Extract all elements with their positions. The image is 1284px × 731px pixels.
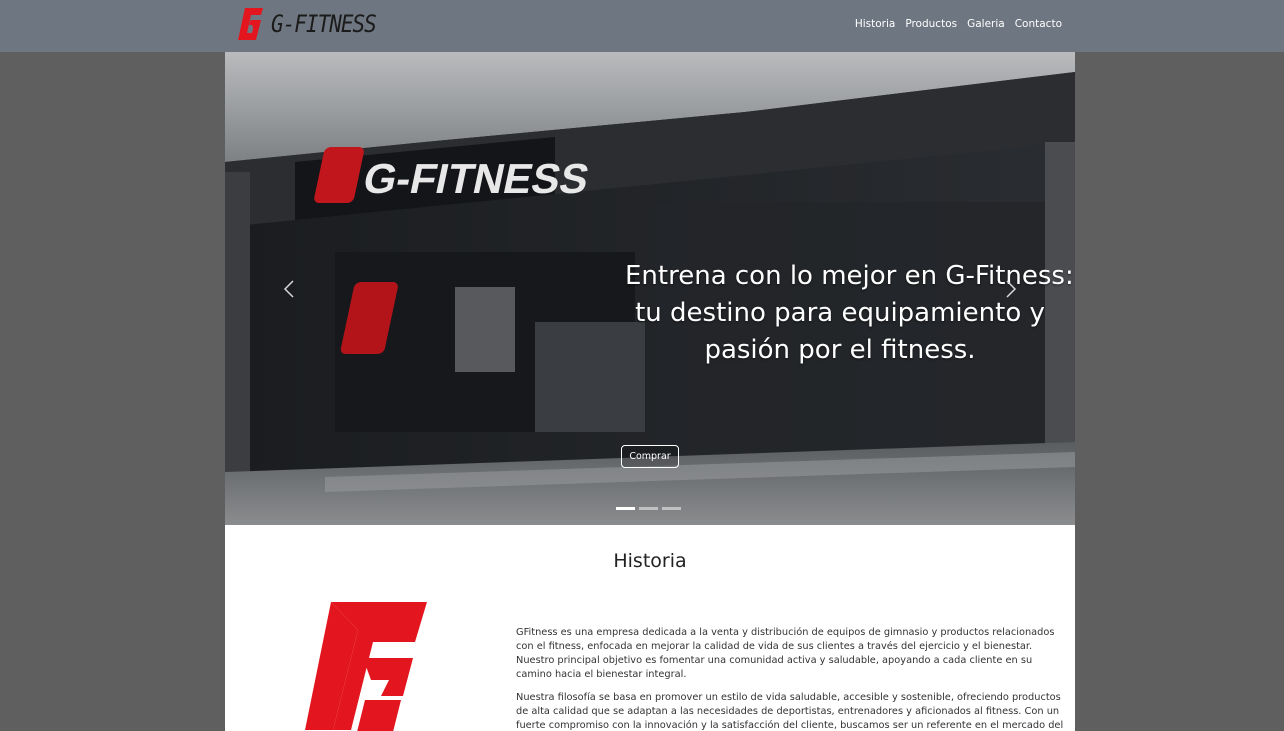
historia-text: GFitness es una empresa dedicada a la ve… bbox=[516, 626, 1071, 731]
carousel-prev-button[interactable] bbox=[279, 276, 299, 302]
brand-name: G-FITNESS bbox=[271, 10, 377, 38]
carousel-indicator[interactable] bbox=[616, 507, 635, 510]
g-fitness-large-logo-icon bbox=[305, 602, 427, 731]
carousel-next-button[interactable] bbox=[1001, 276, 1021, 302]
hero-caption-line: tu destino para equipamiento y bbox=[635, 298, 1045, 328]
carousel-indicator[interactable] bbox=[639, 507, 658, 510]
historia-paragraph: Nuestra filosofía se basa en promover un… bbox=[516, 692, 1064, 731]
g-fitness-logo-icon bbox=[238, 8, 263, 40]
carousel-indicators bbox=[616, 507, 681, 510]
hero-caption: Entrena con lo mejor en G-Fitness: tu de… bbox=[625, 258, 1074, 369]
historia-paragraph: GFitness es una empresa dedicada a la ve… bbox=[516, 627, 1055, 680]
carousel-indicator[interactable] bbox=[662, 507, 681, 510]
nav-item-contacto[interactable]: Contacto bbox=[1015, 18, 1062, 30]
svg-text:G-FITNESS: G-FITNESS bbox=[359, 155, 593, 201]
nav-item-galeria[interactable]: Galeria bbox=[967, 18, 1005, 30]
chevron-right-icon bbox=[1006, 280, 1017, 298]
nav-item-historia[interactable]: Historia bbox=[855, 18, 896, 30]
historia-section: Historia GFitness es una empresa dedicad… bbox=[225, 525, 1075, 731]
nav-item-productos[interactable]: Productos bbox=[905, 18, 957, 30]
buy-button[interactable]: Comprar bbox=[621, 445, 679, 468]
hero-caption-line: pasión por el fitness. bbox=[704, 335, 976, 365]
section-title: Historia bbox=[613, 550, 687, 572]
navbar: G-FITNESS Historia Productos Galeria Con… bbox=[0, 0, 1284, 52]
hero-carousel: G-FITNESS Entrena con lo mejor en G-Fitn… bbox=[225, 52, 1075, 525]
chevron-left-icon bbox=[283, 280, 294, 298]
brand-logo[interactable]: G-FITNESS bbox=[237, 7, 377, 41]
hero-caption-line: Entrena con lo mejor en G-Fitness: bbox=[625, 261, 1074, 291]
main-nav: Historia Productos Galeria Contacto bbox=[855, 18, 1062, 30]
